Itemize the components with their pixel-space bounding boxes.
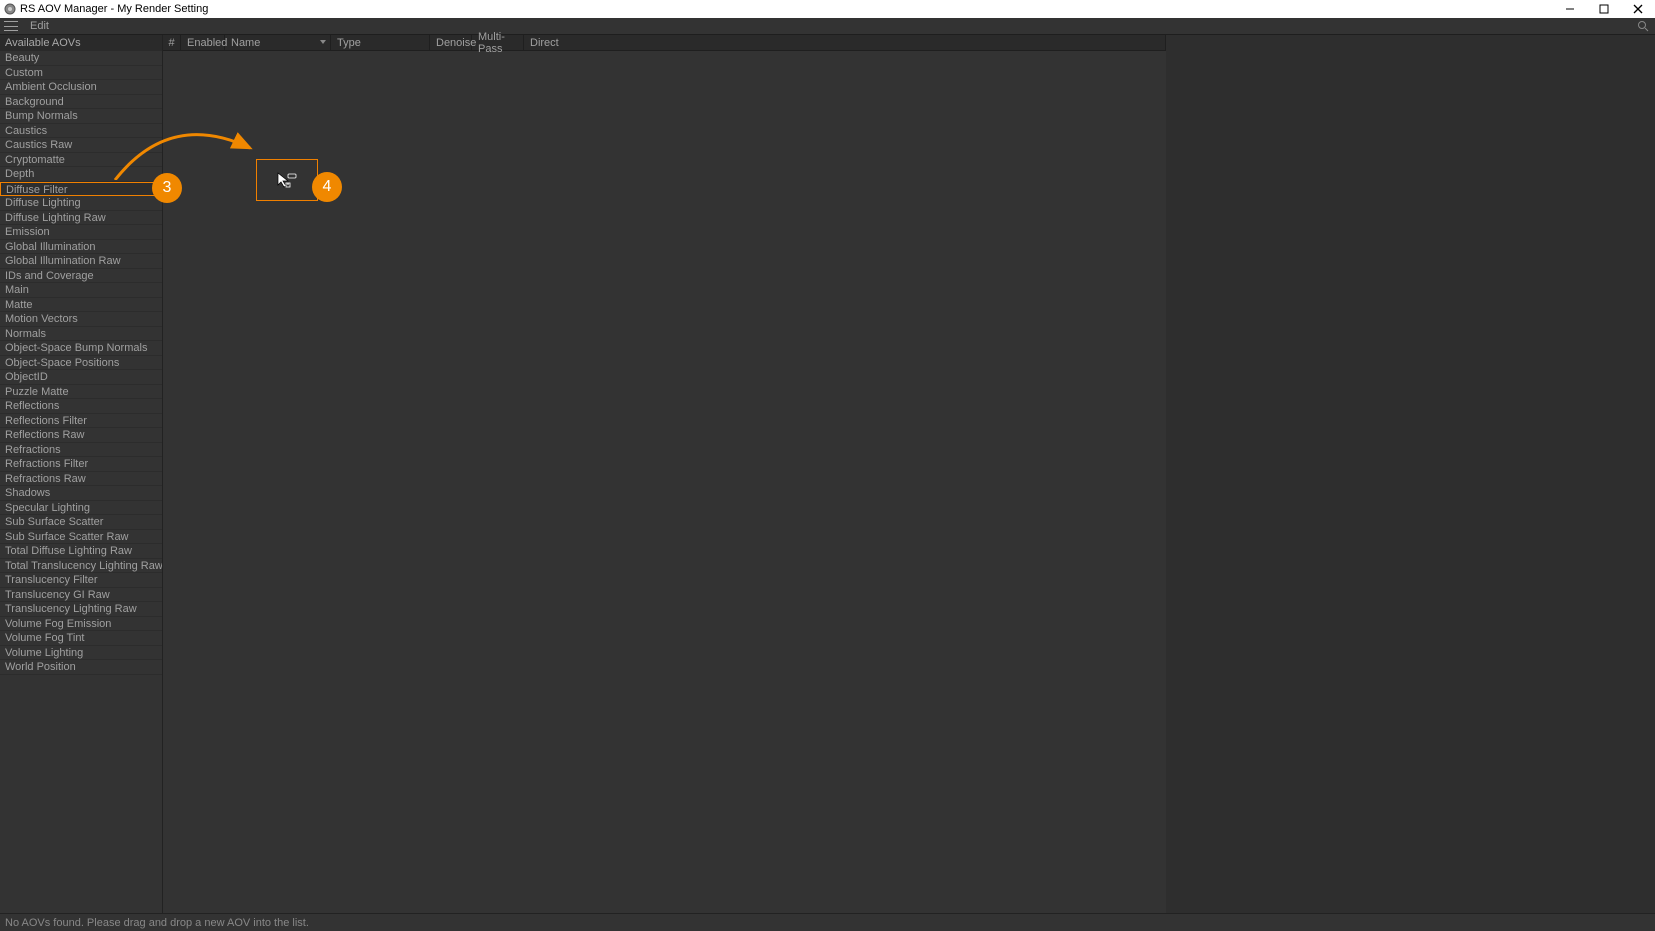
annotation-badge-3: 3 xyxy=(152,173,182,203)
sidebar-item[interactable]: Background xyxy=(0,95,162,110)
sidebar-item[interactable]: Total Diffuse Lighting Raw xyxy=(0,544,162,559)
sidebar-item[interactable]: Specular Lighting xyxy=(0,501,162,516)
sidebar-item[interactable]: Reflections Raw xyxy=(0,428,162,443)
status-bar: No AOVs found. Please drag and drop a ne… xyxy=(0,913,1655,931)
content-area: Available AOVs BeautyCustomAmbient Occlu… xyxy=(0,35,1655,913)
sidebar-item[interactable]: Custom xyxy=(0,66,162,81)
sidebar-item[interactable]: Translucency Lighting Raw xyxy=(0,602,162,617)
sidebar-item[interactable]: Beauty xyxy=(0,51,162,66)
sidebar: Available AOVs BeautyCustomAmbient Occlu… xyxy=(0,35,162,913)
sidebar-item[interactable]: Global Illumination xyxy=(0,240,162,255)
sidebar-item[interactable]: Sub Surface Scatter Raw xyxy=(0,530,162,545)
sidebar-item[interactable]: Cryptomatte xyxy=(0,153,162,168)
app-icon xyxy=(4,3,16,15)
sidebar-item[interactable]: Bump Normals xyxy=(0,109,162,124)
sidebar-item[interactable]: Matte xyxy=(0,298,162,313)
sidebar-header: Available AOVs xyxy=(0,35,162,51)
sidebar-item[interactable]: Normals xyxy=(0,327,162,342)
sidebar-item[interactable]: Volume Fog Emission xyxy=(0,617,162,632)
col-denoise[interactable]: Denoise xyxy=(430,35,472,50)
sidebar-item[interactable]: Emission xyxy=(0,225,162,240)
drop-target-highlight xyxy=(256,159,318,201)
sidebar-item[interactable]: Caustics Raw xyxy=(0,138,162,153)
sidebar-item[interactable]: Object-Space Positions xyxy=(0,356,162,371)
sidebar-item[interactable]: Global Illumination Raw xyxy=(0,254,162,269)
sidebar-item[interactable]: Puzzle Matte xyxy=(0,385,162,400)
sidebar-item[interactable]: Refractions xyxy=(0,443,162,458)
menu-bar: Edit xyxy=(0,18,1655,35)
minimize-button[interactable] xyxy=(1553,0,1587,18)
title-bar: RS AOV Manager - My Render Setting xyxy=(0,0,1655,18)
sidebar-item[interactable]: Diffuse Lighting Raw xyxy=(0,211,162,226)
col-enabled[interactable]: Enabled xyxy=(181,35,225,50)
sidebar-item[interactable]: Refractions Raw xyxy=(0,472,162,487)
status-message: No AOVs found. Please drag and drop a ne… xyxy=(5,917,309,929)
hamburger-icon[interactable] xyxy=(4,21,18,31)
sidebar-item[interactable]: Object-Space Bump Normals xyxy=(0,341,162,356)
sidebar-item[interactable]: Motion Vectors xyxy=(0,312,162,327)
col-type[interactable]: Type xyxy=(331,35,430,50)
drag-cursor-icon xyxy=(276,171,298,189)
sidebar-item[interactable]: Ambient Occlusion xyxy=(0,80,162,95)
sidebar-item[interactable]: Volume Lighting xyxy=(0,646,162,661)
sidebar-item[interactable]: ObjectID xyxy=(0,370,162,385)
sidebar-item[interactable]: Main xyxy=(0,283,162,298)
sidebar-item[interactable]: Diffuse Lighting xyxy=(0,196,162,211)
sidebar-item[interactable]: Diffuse Filter xyxy=(0,182,162,197)
close-button[interactable] xyxy=(1621,0,1655,18)
table-header: # Enabled Name Type Denoise Multi-Pass D… xyxy=(163,35,1166,51)
sidebar-item[interactable]: World Position xyxy=(0,660,162,675)
sidebar-item[interactable]: Reflections xyxy=(0,399,162,414)
sidebar-item[interactable]: Translucency Filter xyxy=(0,573,162,588)
col-multipass[interactable]: Multi-Pass xyxy=(472,35,524,50)
sidebar-item[interactable]: Reflections Filter xyxy=(0,414,162,429)
right-panel xyxy=(1166,35,1655,913)
menu-edit[interactable]: Edit xyxy=(24,20,55,32)
search-icon[interactable] xyxy=(1637,20,1649,32)
col-direct[interactable]: Direct xyxy=(524,35,1166,50)
sidebar-item[interactable]: Refractions Filter xyxy=(0,457,162,472)
sidebar-item[interactable]: Sub Surface Scatter xyxy=(0,515,162,530)
sidebar-item[interactable]: Caustics xyxy=(0,124,162,139)
window-title: RS AOV Manager - My Render Setting xyxy=(20,3,208,15)
sidebar-item[interactable]: Shadows xyxy=(0,486,162,501)
sidebar-item[interactable]: Translucency GI Raw xyxy=(0,588,162,603)
sidebar-item[interactable]: Volume Fog Tint xyxy=(0,631,162,646)
filter-triangle-icon xyxy=(320,40,326,44)
sidebar-item[interactable]: IDs and Coverage xyxy=(0,269,162,284)
annotation-badge-4: 4 xyxy=(312,172,342,202)
maximize-button[interactable] xyxy=(1587,0,1621,18)
sidebar-item[interactable]: Depth xyxy=(0,167,162,182)
col-num[interactable]: # xyxy=(163,35,181,50)
col-name[interactable]: Name xyxy=(225,35,331,50)
sidebar-item[interactable]: Total Translucency Lighting Raw xyxy=(0,559,162,574)
